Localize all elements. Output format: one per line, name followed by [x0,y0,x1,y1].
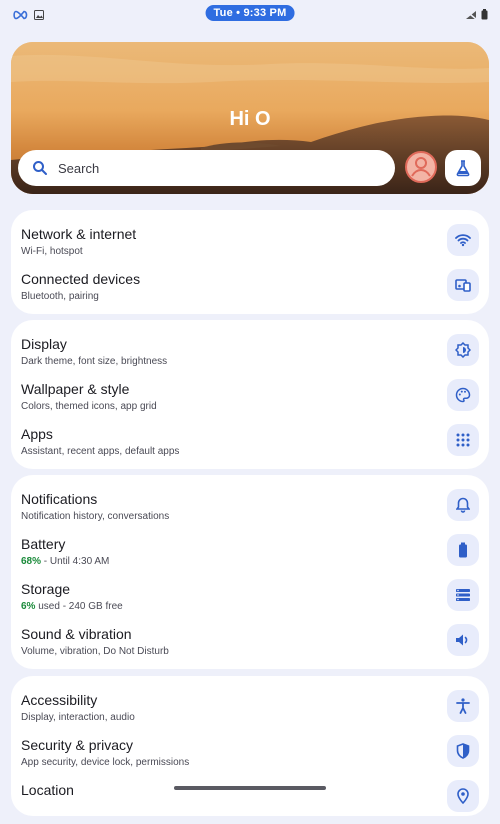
setting-battery[interactable]: Battery 68% - Until 4:30 AM [11,534,489,578]
setting-title: Notifications [21,491,98,507]
setting-subtitle: App security, device lock, permissions [21,757,190,768]
status-time-pill[interactable]: Tue • 9:33 PM [205,5,295,21]
flask-icon [456,160,470,177]
setting-subtitle: Notification history, conversations [21,511,170,522]
volume-icon [447,624,479,656]
setting-title: Connected devices [21,271,141,287]
gesture-navigation-bar[interactable] [174,786,326,790]
setting-display[interactable]: Display Dark theme, font size, brightnes… [11,334,489,378]
setting-subtitle: Bluetooth, pairing [21,291,99,302]
settings-group-security: Accessibility Display, interaction, audi… [11,676,489,816]
setting-title: Wallpaper & style [21,381,130,397]
hero-banner: Hi O Search [11,42,489,194]
search-placeholder: Search [58,160,100,176]
battery-percent: 68% [21,556,42,567]
storage-icon [447,579,479,611]
apps-grid-icon [447,424,479,456]
storage-detail: used - 240 GB free [35,601,123,612]
location-icon [447,780,479,812]
settings-group-connectivity: Network & internet Wi-Fi, hotspot Connec… [11,210,489,314]
search-icon [33,161,47,175]
storage-percent: 6% [21,601,36,612]
battery-estimate: - Until 4:30 AM [41,556,110,567]
setting-subtitle: 6% used - 240 GB free [21,601,123,612]
setting-title: Display [21,336,67,352]
setting-title: Accessibility [21,692,98,708]
avatar[interactable] [404,150,438,184]
settings-group-device: Notifications Notification history, conv… [11,475,489,669]
infinity-icon [12,7,28,25]
labs-button[interactable] [445,150,481,186]
wifi-icon [447,224,479,256]
settings-group-appearance: Display Dark theme, font size, brightnes… [11,320,489,469]
setting-title: Location [21,782,74,798]
setting-subtitle: Dark theme, font size, brightness [21,356,168,367]
palette-icon [447,379,479,411]
battery-status-icon [481,7,488,25]
bell-icon [447,489,479,521]
greeting-title: Hi O [229,108,271,130]
image-icon [34,7,44,25]
setting-title: Storage [21,581,71,597]
setting-accessibility[interactable]: Accessibility Display, interaction, audi… [11,690,489,734]
no-signal-icon [465,7,477,25]
setting-title: Network & internet [21,226,137,242]
setting-title: Apps [21,426,53,442]
setting-title: Sound & vibration [21,626,132,642]
setting-subtitle: Display, interaction, audio [21,712,135,723]
battery-icon [447,534,479,566]
setting-security-privacy[interactable]: Security & privacy App security, device … [11,735,489,779]
setting-subtitle: Wi-Fi, hotspot [21,246,83,257]
setting-subtitle: Volume, vibration, Do Not Disturb [21,646,169,657]
status-bar: Tue • 9:33 PM [0,0,500,28]
setting-title: Security & privacy [21,737,134,753]
setting-subtitle: Colors, themed icons, app grid [21,401,157,412]
setting-apps[interactable]: Apps Assistant, recent apps, default app… [11,424,489,468]
account-circle-icon [405,151,437,183]
setting-sound-vibration[interactable]: Sound & vibration Volume, vibration, Do … [11,624,489,668]
search-bar[interactable]: Search [18,150,395,186]
setting-storage[interactable]: Storage 6% used - 240 GB free [11,579,489,623]
brightness-icon [447,334,479,366]
setting-subtitle: 68% - Until 4:30 AM [21,556,109,567]
setting-notifications[interactable]: Notifications Notification history, conv… [11,489,489,533]
setting-network-internet[interactable]: Network & internet Wi-Fi, hotspot [11,224,489,268]
setting-wallpaper-style[interactable]: Wallpaper & style Colors, themed icons, … [11,379,489,423]
setting-title: Battery [21,536,66,552]
accessibility-icon [447,690,479,722]
shield-icon [447,735,479,767]
setting-subtitle: Assistant, recent apps, default apps [21,446,180,457]
devices-icon [447,269,479,301]
setting-connected-devices[interactable]: Connected devices Bluetooth, pairing [11,269,489,313]
